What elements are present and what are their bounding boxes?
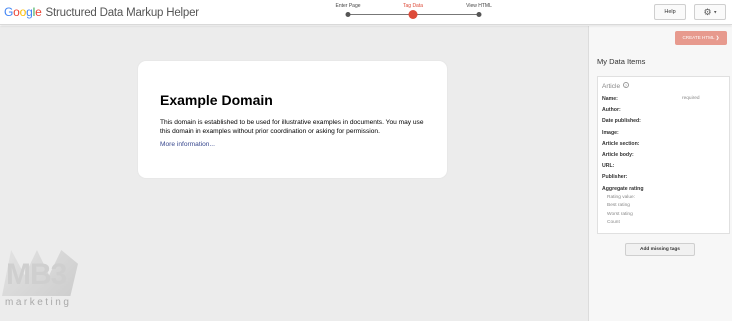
add-missing-tags-button[interactable]: Add missing tags (625, 243, 695, 256)
google-logo: Google Structured Data Markup Helper (4, 5, 199, 19)
more-info-link[interactable]: More information... (160, 141, 215, 148)
property-row[interactable]: Article section: (602, 141, 728, 152)
property-label: Publisher: (602, 174, 628, 181)
settings-button[interactable]: ⚙ ▾ (694, 4, 726, 20)
item-type-row: Article ? (602, 82, 629, 90)
property-label: Name: (602, 96, 618, 102)
watermark-word: marketing (5, 297, 72, 308)
property-label: URL: (602, 163, 615, 170)
rating-subproperties: Rating value: Best rating Worst rating C… (607, 195, 635, 228)
property-row[interactable]: Author: (602, 107, 728, 118)
watermark-mark: MB3 (6, 258, 67, 291)
step-dot-enter-page[interactable] (345, 12, 351, 17)
panel-title: My Data Items (597, 57, 646, 66)
info-icon[interactable]: ? (622, 82, 629, 88)
page-preview[interactable]: Example Domain This domain is establishe… (0, 26, 588, 321)
top-bar: Google Structured Data Markup Helper Ente… (0, 0, 732, 25)
create-html-button[interactable]: CREATE HTML ❯ (675, 31, 727, 45)
subproperty-row[interactable]: Best rating (607, 203, 635, 211)
step-label-view-html[interactable]: View HTML (466, 3, 492, 9)
property-label: Article body: (602, 151, 634, 158)
gear-icon: ⚙ (703, 7, 712, 17)
page-paragraph[interactable]: This domain is established to be used fo… (160, 118, 432, 136)
property-label: Aggregate rating (602, 185, 644, 192)
required-note: required (682, 96, 700, 101)
property-label: Image: (602, 129, 619, 136)
app-title: Structured Data Markup Helper (45, 7, 200, 19)
property-list: Name: required Author: Date published: Im… (602, 96, 728, 197)
step-dot-tag-data[interactable] (408, 10, 418, 19)
subproperty-row[interactable]: Count (607, 220, 635, 228)
property-row[interactable]: Name: required (602, 96, 728, 107)
step-label-enter-page[interactable]: Enter Page (335, 3, 360, 9)
property-row[interactable]: Article body: (602, 152, 728, 163)
property-row[interactable]: Image: (602, 130, 728, 141)
property-label: Date published: (602, 118, 641, 125)
property-row[interactable]: Publisher: (602, 174, 728, 185)
property-row[interactable]: URL: (602, 163, 728, 174)
progress-stepper: Enter Page Tag Data View HTML (334, 3, 494, 23)
watermark-logo: MB3 marketing (2, 250, 78, 310)
property-label: Article section: (602, 140, 640, 147)
data-items-box: Article ? Name: required Author: Date pub… (597, 76, 730, 234)
property-label: Author: (602, 107, 621, 114)
content-card: Example Domain This domain is establishe… (138, 61, 447, 178)
logo-letter: e (35, 5, 42, 19)
step-dot-view-html[interactable] (476, 12, 482, 17)
help-button[interactable]: Help (654, 4, 686, 20)
item-type-label: Article (602, 83, 621, 90)
subproperty-row[interactable]: Worst rating (607, 212, 635, 220)
step-label-tag-data[interactable]: Tag Data (403, 3, 423, 9)
data-items-panel: CREATE HTML ❯ My Data Items Article ? Na… (588, 26, 732, 321)
logo-letter: G (4, 5, 14, 19)
chevron-down-icon: ▾ (714, 9, 717, 16)
property-row[interactable]: Date published: (602, 118, 728, 129)
page-heading[interactable]: Example Domain (160, 92, 273, 108)
